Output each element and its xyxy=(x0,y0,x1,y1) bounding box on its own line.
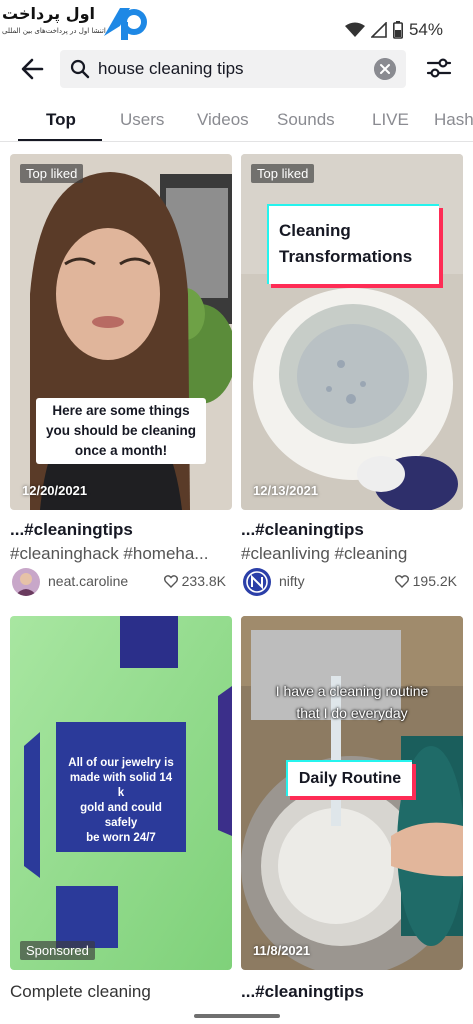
overlay-line: Cleaning xyxy=(279,221,351,240)
overlay-line: once a month! xyxy=(74,443,168,458)
video-caption[interactable]: ...#cleaningtips xyxy=(10,520,232,540)
tab-users[interactable]: Users xyxy=(120,110,164,130)
search-tabs: Top Users Videos Sounds LIVE Hashtags xyxy=(0,96,473,142)
author-avatar[interactable] xyxy=(243,568,271,596)
back-arrow-icon[interactable] xyxy=(18,54,48,84)
video-thumbnail[interactable]: Top liked Here are some things you shoul… xyxy=(10,154,232,510)
video-date: 12/13/2021 xyxy=(253,483,319,498)
overlay-line: be worn 24/7 xyxy=(86,832,156,844)
video-caption[interactable]: ...#cleaningtips xyxy=(241,520,463,540)
watermark-title: اول پرداخت xyxy=(2,4,96,23)
video-result-card[interactable]: I have a cleaning routine that I do ever… xyxy=(241,616,463,1008)
video-overlay-text: Cleaning Transformations xyxy=(269,206,439,284)
author-row: nifty 195.2K xyxy=(241,568,463,596)
heart-icon xyxy=(394,574,409,588)
clear-search-icon[interactable] xyxy=(374,58,396,80)
author-avatar[interactable] xyxy=(12,568,40,596)
search-box[interactable] xyxy=(60,50,406,88)
video-thumbnail[interactable]: Top liked Cleaning Transformations 12/13… xyxy=(241,154,463,510)
battery-percentage: 54% xyxy=(408,20,443,39)
signal-icon xyxy=(370,22,387,38)
overlay-line: that I do everyday xyxy=(296,705,408,721)
video-result-card[interactable]: Top liked Cleaning Transformations 12/13… xyxy=(241,154,463,600)
search-icon xyxy=(70,59,90,79)
tab-sounds[interactable]: Sounds xyxy=(277,110,335,130)
tab-hashtags[interactable]: Hashtags xyxy=(434,110,473,130)
video-thumbnail[interactable]: I have a cleaning routine that I do ever… xyxy=(241,616,463,970)
author-name[interactable]: nifty xyxy=(279,573,305,589)
status-bar: اول پرداخت اتنشا اول در پرداخت‌های بین ا… xyxy=(0,0,473,44)
like-count-value: 233.8K xyxy=(181,573,226,589)
video-date: 12/20/2021 xyxy=(22,483,88,498)
watermark-logo: اول پرداخت اتنشا اول در پرداخت‌های بین ا… xyxy=(2,2,152,42)
top-liked-badge: Top liked xyxy=(251,164,315,183)
video-caption[interactable]: ...#cleaningtips xyxy=(241,982,463,1002)
watermark-emblem-icon xyxy=(104,8,147,40)
top-liked-badge: Top liked xyxy=(20,164,84,183)
overlay-line: I have a cleaning routine xyxy=(275,683,429,699)
like-count: 195.2K xyxy=(394,573,457,589)
video-overlay-text: Here are some things you should be clean… xyxy=(36,398,206,464)
active-tab-indicator xyxy=(18,139,102,141)
tab-live[interactable]: LIVE xyxy=(372,110,409,130)
tab-videos[interactable]: Videos xyxy=(197,110,249,130)
video-result-card[interactable]: Top liked Here are some things you shoul… xyxy=(10,154,232,600)
search-header xyxy=(0,44,473,92)
video-thumbnail[interactable]: All of our jewelry is made with solid 14… xyxy=(10,616,232,970)
sponsored-badge: Sponsored xyxy=(20,941,95,960)
home-indicator[interactable] xyxy=(194,1014,280,1018)
heart-icon xyxy=(163,574,178,588)
like-count-value: 195.2K xyxy=(412,573,457,589)
sponsored-result-card[interactable]: All of our jewelry is made with solid 14… xyxy=(10,616,232,1008)
search-input[interactable] xyxy=(98,56,368,82)
overlay-line: gold and could safely xyxy=(80,802,162,829)
watermark-subtitle: اتنشا اول در پرداخت‌های بین المللی xyxy=(2,27,106,35)
author-name[interactable]: neat.caroline xyxy=(48,573,128,589)
video-date: 11/8/2021 xyxy=(253,943,311,958)
overlay-line: you should be cleaning xyxy=(45,423,197,438)
like-count: 233.8K xyxy=(163,573,226,589)
filter-icon[interactable] xyxy=(425,54,453,82)
wifi-icon xyxy=(344,22,365,37)
overlay-line: All of our jewelry is xyxy=(68,757,174,769)
video-caption[interactable]: Complete cleaning xyxy=(10,982,232,1002)
overlay-line: Here are some things xyxy=(52,403,190,418)
overlay-line: made with solid 14 k xyxy=(69,772,173,799)
tab-top[interactable]: Top xyxy=(46,110,76,130)
video-hashtags[interactable]: #cleaninghack #homeha... xyxy=(10,544,232,564)
video-overlay-text: Daily Routine xyxy=(288,762,412,796)
overlay-line: Transformations xyxy=(279,247,413,266)
video-hashtags[interactable]: #cleanliving #cleaning xyxy=(241,544,463,564)
video-overlay-caption: I have a cleaning routine that I do ever… xyxy=(255,680,449,724)
status-icons: 54% xyxy=(344,20,443,40)
battery-icon xyxy=(392,21,403,39)
sponsored-overlay-text: All of our jewelry is made with solid 14… xyxy=(66,756,176,846)
author-row: neat.caroline 233.8K xyxy=(10,568,232,596)
